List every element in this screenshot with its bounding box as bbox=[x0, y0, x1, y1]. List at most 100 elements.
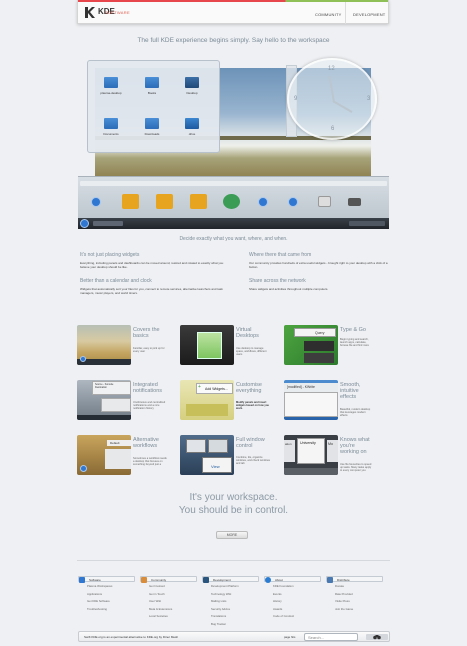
feature-heading: Share across the network bbox=[249, 278, 306, 284]
app-icon bbox=[318, 196, 331, 207]
nav-development[interactable]: DEVELOPMENT bbox=[353, 12, 385, 17]
tile-desc: Begin typing and search, launch apps, ca… bbox=[340, 338, 369, 348]
footer-link[interactable]: Meta & Extensions bbox=[149, 606, 172, 614]
footer-links[interactable]: KDE Foundation Events History Awards Cod… bbox=[273, 583, 294, 621]
footer-link[interactable]: Join the Game bbox=[335, 606, 353, 614]
footer-link[interactable]: Get Involved bbox=[149, 583, 172, 591]
footer-link[interactable]: Development Platform bbox=[211, 583, 239, 591]
clock-number: 12 bbox=[328, 66, 335, 72]
footer-link[interactable]: Events bbox=[273, 591, 294, 599]
activity-panel bbox=[78, 176, 389, 229]
app-icon bbox=[122, 194, 139, 209]
footer-link[interactable]: KDE Foundation bbox=[273, 583, 294, 591]
footer-link[interactable]: User Wiki bbox=[149, 598, 172, 606]
tile-title: Alternative workflows bbox=[133, 437, 159, 449]
activity-name: Default bbox=[107, 440, 131, 446]
tile-desc: Sometimes a workflow needs a desktop tha… bbox=[133, 457, 167, 467]
feature-heading: Where there that came from bbox=[249, 252, 312, 258]
footer-col-header[interactable]: Development bbox=[202, 576, 259, 583]
footer-col-header[interactable]: About bbox=[264, 576, 321, 583]
page-hits-label: page hits bbox=[284, 635, 296, 639]
feature-thumbnail[interactable] bbox=[180, 325, 234, 365]
footer-links[interactable]: Get Involved Get in Touch User Wiki Meta… bbox=[149, 583, 172, 621]
footer-link[interactable]: Get KDE Software bbox=[87, 598, 112, 606]
krunner-query: Query bbox=[294, 328, 336, 337]
tile-desc: Use desktop to manage space, workflows, … bbox=[236, 347, 267, 357]
nav-community[interactable]: COMMUNITY bbox=[315, 12, 341, 17]
footer-link[interactable]: Plasma Workspaces bbox=[87, 583, 112, 591]
activity-label: ation bbox=[284, 440, 295, 462]
notify-dest: Destination bbox=[95, 386, 107, 389]
clock-hand bbox=[328, 76, 335, 103]
community-icon bbox=[141, 577, 147, 583]
footer-link[interactable]: Technology Wiki bbox=[211, 591, 239, 599]
footer-link[interactable]: Translations bbox=[211, 613, 239, 621]
tile-title: Smooth, intuitive effects bbox=[340, 382, 361, 400]
feature-thumbnail[interactable]: [modified] - KWrite bbox=[284, 380, 338, 420]
feature-thumbnail[interactable]: View bbox=[180, 435, 234, 475]
footer-link[interactable]: Awards bbox=[273, 606, 294, 614]
footer-link[interactable]: Code of Conduct bbox=[273, 613, 294, 621]
app-icon bbox=[91, 197, 101, 207]
kde-logo-icon[interactable] bbox=[83, 6, 97, 19]
folder-label: Books bbox=[147, 91, 157, 95]
footer-link[interactable]: Donate bbox=[335, 583, 353, 591]
footer-col-header[interactable]: Software bbox=[78, 576, 135, 583]
footer-link[interactable]: Visite Press bbox=[335, 598, 353, 606]
tile-title: Integrated notifications bbox=[133, 382, 163, 394]
logo-subtext[interactable]: SOFTWARE bbox=[105, 10, 130, 15]
top-navbar: KDE SOFTWARE COMMUNITY DEVELOPMENT bbox=[77, 0, 389, 24]
footer-links[interactable]: Development Platform Technology Wiki Mai… bbox=[211, 583, 239, 628]
tile-desc: Beautiful, modern desktop that leverages… bbox=[340, 408, 371, 418]
footer-links[interactable]: Plasma Workspaces Applications Get KDE S… bbox=[87, 583, 112, 613]
folder-label: plasma-desktop bbox=[100, 91, 122, 95]
folder-label: Downloads bbox=[144, 132, 160, 136]
nav-divider bbox=[345, 2, 346, 24]
taskbar bbox=[78, 218, 389, 229]
footer-link[interactable]: Applications bbox=[87, 591, 112, 599]
tile-desc: Use file favourites to speed up tasks. M… bbox=[340, 463, 372, 473]
footer-link[interactable]: Troubleshooting bbox=[87, 606, 112, 614]
bottom-bar: Swift KDE.org is an experimental alterna… bbox=[78, 631, 390, 642]
tile-desc: Modify panels and insert widgets based o… bbox=[236, 401, 270, 411]
app-icon bbox=[156, 194, 173, 209]
footer-link[interactable]: Mailing Lists bbox=[211, 598, 239, 606]
add-widgets-menu: Add Widgets... bbox=[196, 383, 233, 394]
footer-links[interactable]: Donate Rate Provided Visite Press Join t… bbox=[335, 583, 353, 613]
search-button[interactable] bbox=[366, 634, 388, 640]
footer-link[interactable]: Rate Provided bbox=[335, 591, 353, 599]
footer-link[interactable]: Security Advice bbox=[211, 606, 239, 614]
folder-icon bbox=[145, 77, 159, 88]
footer-link[interactable]: History bbox=[273, 598, 294, 606]
folder-icon bbox=[104, 77, 118, 88]
kickoff-launcher-icon[interactable] bbox=[80, 219, 89, 228]
footer-link[interactable]: Bug Tracker bbox=[211, 621, 239, 629]
binoculars-icon bbox=[373, 635, 381, 640]
footer-link[interactable]: Get in Touch bbox=[149, 591, 172, 599]
footer-col-header[interactable]: Community bbox=[140, 576, 197, 583]
feature-thumbnail[interactable] bbox=[77, 325, 131, 365]
clock-widget: 12 3 6 9 bbox=[287, 58, 377, 140]
development-icon bbox=[203, 577, 209, 583]
feature-thumbnail[interactable]: Query bbox=[284, 325, 338, 365]
folder-icon bbox=[185, 77, 199, 88]
feature-thumbnail[interactable]: Source - Konsole Destination bbox=[77, 380, 131, 420]
app-icon bbox=[348, 198, 361, 206]
footer-link[interactable]: Local Societies bbox=[149, 613, 172, 621]
clock-hand bbox=[332, 100, 353, 113]
section-headline: Decide exactly what you want, where, and… bbox=[179, 236, 288, 242]
search-input[interactable]: Search... bbox=[304, 633, 358, 641]
feature-text: Our community provides hundreds of extra… bbox=[249, 261, 388, 269]
more-button[interactable]: MORE bbox=[216, 531, 248, 539]
workspace-screenshot: plasma-desktop Books Desktop Documents D… bbox=[78, 55, 389, 229]
pager[interactable] bbox=[93, 221, 123, 226]
feature-thumbnail[interactable]: Add Widgets... + bbox=[180, 380, 234, 420]
footer-col-header[interactable]: Distribute bbox=[326, 576, 383, 583]
system-tray[interactable] bbox=[349, 221, 385, 226]
feature-heading: It's not just placing widgets bbox=[80, 252, 140, 258]
feature-thumbnail[interactable]: Default bbox=[77, 435, 131, 475]
about-icon bbox=[265, 577, 271, 583]
feature-thumbnail[interactable]: ation University Mo bbox=[284, 435, 338, 475]
app-icon bbox=[288, 197, 298, 207]
app-icon bbox=[223, 194, 240, 209]
